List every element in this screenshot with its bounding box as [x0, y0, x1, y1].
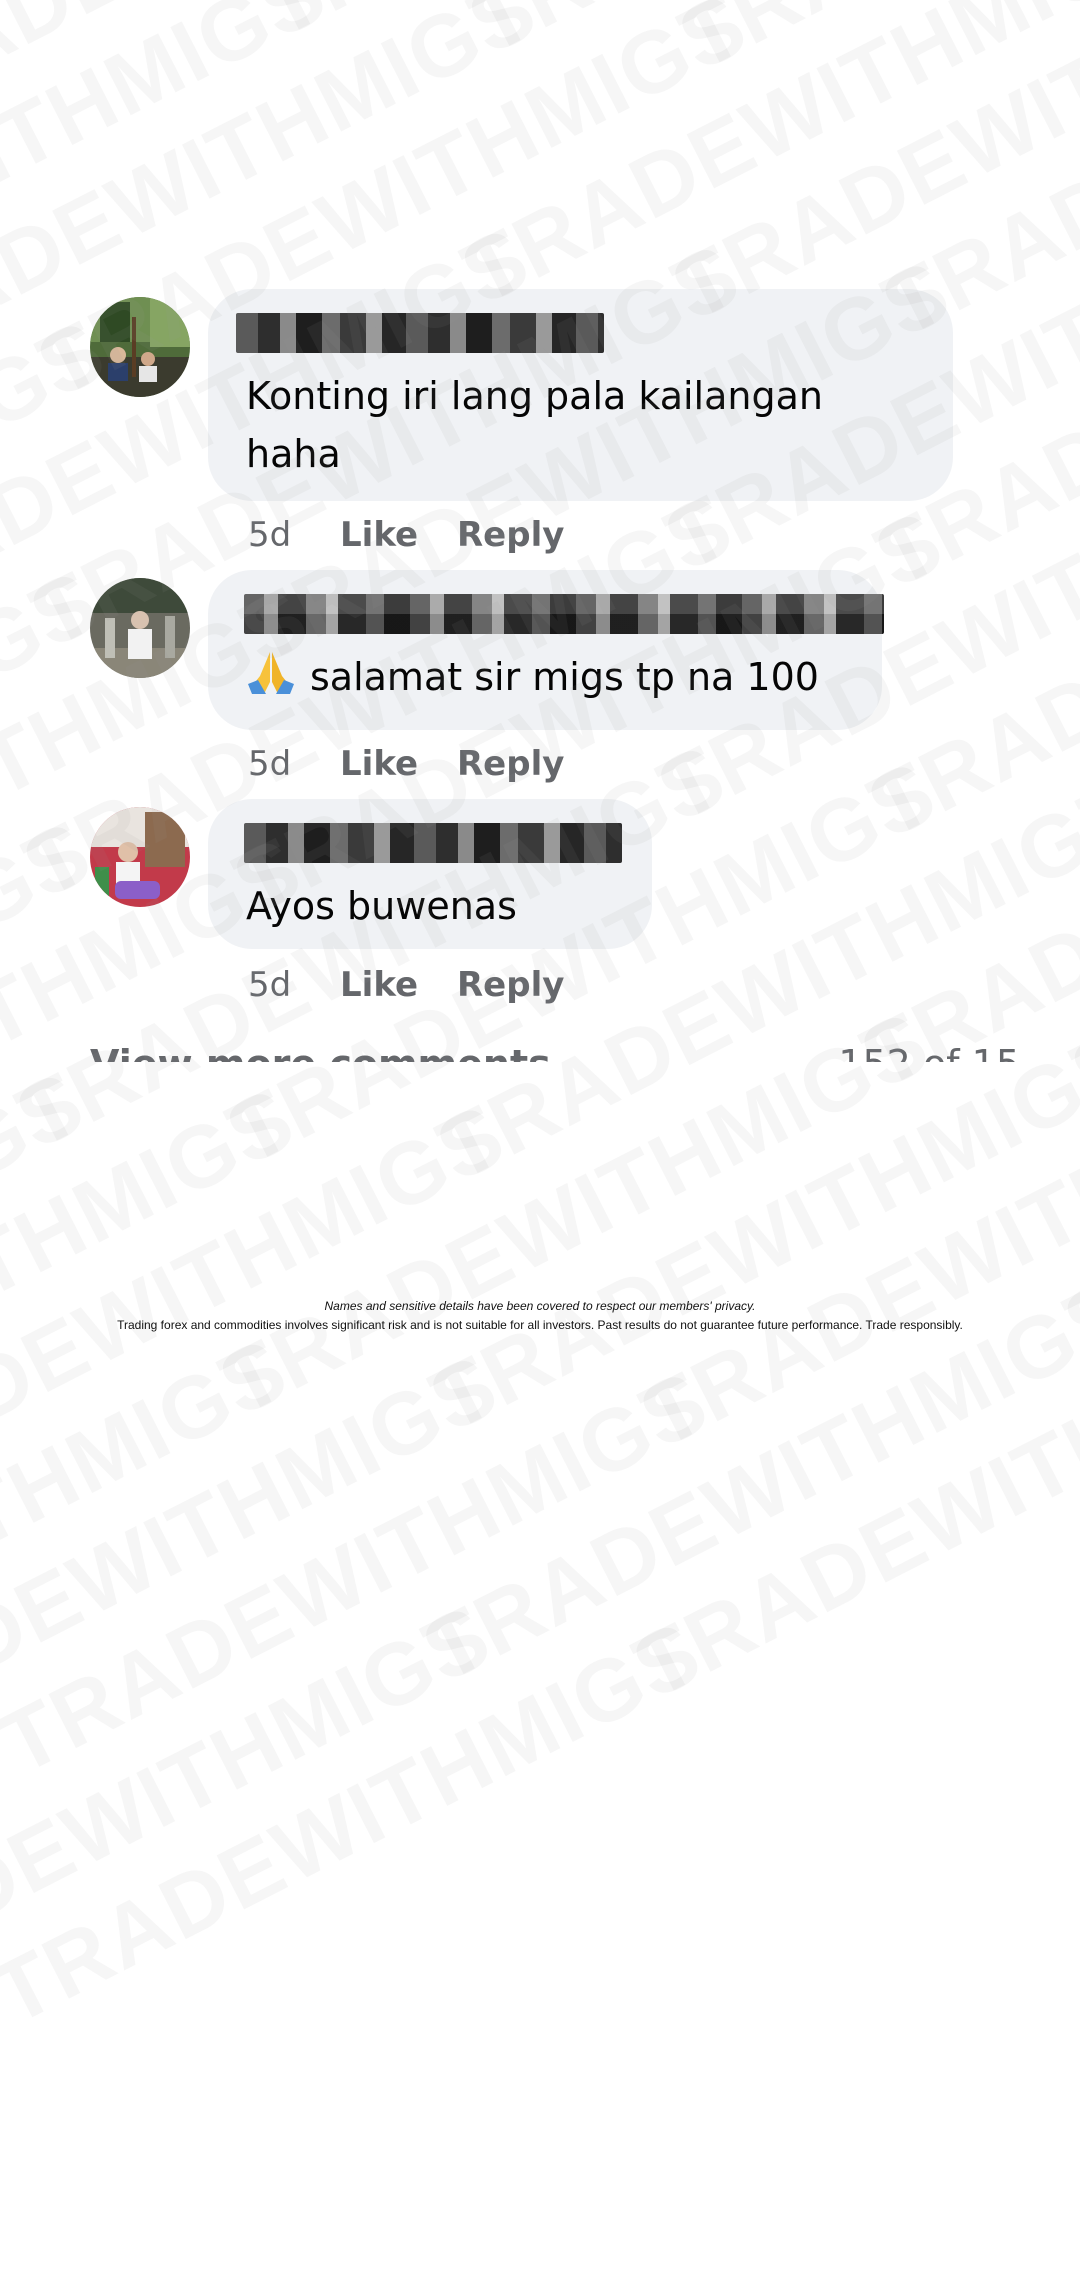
watermark-text: TRADEWITHMIGS [665, 0, 1080, 90]
comment-timestamp[interactable]: 5d [248, 965, 340, 1005]
comment-bubble: Konting iri lang pala kailangan haha [208, 289, 953, 501]
comment-actions: 5d Like Reply [248, 515, 564, 555]
reply-button[interactable]: Reply [457, 965, 564, 1005]
redacted-author-name [244, 823, 622, 863]
comment-bubble: Ayos buwenas [208, 799, 652, 949]
comment-text-line: haha [246, 432, 341, 476]
watermark-text: TRADEWITHMIGS [619, 1274, 1080, 1717]
watermark-text: TRADEWITHMIGS [0, 1585, 507, 2028]
comment-text-line: salamat sir migs tp na 100 [310, 655, 819, 699]
avatar-photo-icon [90, 297, 190, 397]
watermark-text: TRADEWITHMIGS [1064, 430, 1080, 873]
watermark-text: TRADEWITHMIGS [0, 1318, 303, 1761]
comment-timestamp[interactable]: 5d [248, 744, 340, 784]
view-more-comments-link[interactable]: View more comments [90, 1042, 551, 1062]
watermark-text: TRADEWITHMIGS [0, 0, 350, 134]
risk-disclaimer: Trading forex and commodities involves s… [117, 1318, 963, 1332]
reply-button[interactable]: Reply [457, 744, 564, 784]
comment-text: Ayos buwenas [246, 884, 517, 928]
watermark-text: TRADEWITHMIGS [0, 1068, 310, 1510]
watermark-text: TRADEWITHMIGS [454, 0, 1080, 74]
comment-text: Konting iri lang pala kailangan haha [246, 367, 915, 483]
watermark-text: TRADEWITHMIGS [0, 0, 560, 150]
like-button[interactable]: Like [340, 744, 457, 784]
watermark-text: TRADEWITHMIGS [626, 1024, 1080, 1467]
avatar[interactable] [90, 297, 190, 397]
watermark-text: TRADEWITHMIGS [0, 1351, 724, 1793]
folded-hands-emoji-icon [248, 652, 294, 694]
reply-button[interactable]: Reply [457, 515, 564, 555]
comment-count: 152 of 15 [838, 1042, 1020, 1062]
comment-actions: 5d Like Reply [248, 744, 564, 784]
comment-bubble: salamat sir migs tp na 100 [208, 570, 884, 730]
comment-text-line: Konting iri lang pala kailangan [246, 374, 823, 418]
comment-text: salamat sir migs tp na 100 [246, 648, 844, 706]
redacted-author-name [236, 313, 604, 353]
watermark-text: TRADEWITHMIGS [0, 1334, 514, 1777]
watermark-text: TRADEWITHMIGS [0, 1601, 717, 2044]
avatar-photo-icon [90, 578, 190, 678]
comment-timestamp[interactable]: 5d [248, 515, 340, 555]
watermark-text: TRADEWITHMIGS [1057, 681, 1080, 1123]
avatar-photo-icon [90, 807, 190, 907]
watermark-text: TRADEWITHMIGS [0, 1051, 100, 1494]
watermark-text: TRADEWITHMIGS [447, 0, 1080, 323]
avatar[interactable] [90, 578, 190, 678]
watermark-text: TRADEWITHMIGS [244, 0, 984, 58]
like-button[interactable]: Like [340, 515, 457, 555]
comment-actions: 5d Like Reply [248, 965, 564, 1005]
avatar[interactable] [90, 807, 190, 907]
like-button[interactable]: Like [340, 965, 457, 1005]
privacy-notice: Names and sensitive details have been co… [324, 1299, 756, 1313]
watermark-text: TRADEWITHMIGS [415, 1008, 1080, 1450]
redacted-author-name [244, 594, 884, 634]
comments-footer: View more comments 152 of 15 [90, 1040, 1020, 1062]
